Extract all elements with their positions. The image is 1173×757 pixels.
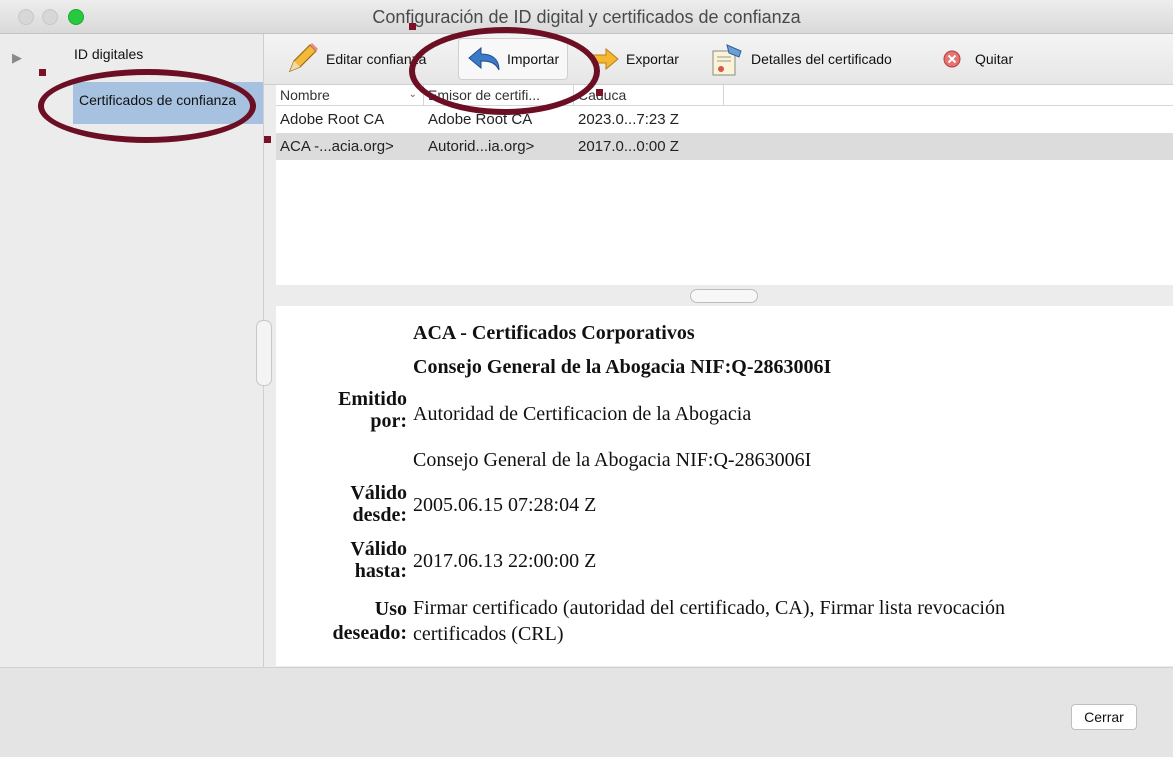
issued-by-value: Autoridad de Certificacion de la Abogaci…	[413, 403, 752, 425]
intended-use-label: Uso deseado:	[296, 597, 407, 645]
valid-to-label-line1: Válido	[350, 538, 407, 560]
intended-use-label-line1: Uso	[374, 598, 407, 620]
pane-splitter[interactable]	[276, 285, 1173, 305]
toolbar: Editar confianza Importar Exportar Detal…	[264, 34, 1173, 85]
intended-use-label-line2: deseado:	[332, 622, 407, 644]
issued-by-label: Emitido por:	[296, 388, 407, 432]
cell-name: Adobe Root CA	[280, 111, 385, 128]
issued-by-value-2: Consejo General de la Abogacia NIF:Q-286…	[413, 449, 812, 471]
certificate-list: Nombre ⌄ Emisor de certifi... Caduca Ado…	[276, 85, 1173, 285]
column-header-name-label: Nombre	[280, 87, 330, 103]
issued-by-label-line2: por:	[370, 410, 407, 432]
export-label: Exportar	[626, 51, 679, 67]
cell-name: ACA -...acia.org>	[280, 138, 394, 155]
table-row-selected[interactable]: ACA -...acia.org> Autorid...ia.org> 2017…	[276, 133, 1173, 160]
certificate-details-panel: ACA - Certificados Corporativos Consejo …	[276, 306, 1173, 666]
valid-to-label: Válido hasta:	[296, 538, 407, 582]
remove-label: Quitar	[975, 51, 1014, 67]
remove-icon	[943, 50, 961, 68]
cell-expires: 2017.0...0:00 Z	[578, 138, 679, 155]
column-header-name[interactable]: Nombre ⌄	[276, 85, 424, 105]
certificate-details-label: Detalles del certificado	[751, 51, 892, 67]
list-header: Nombre ⌄ Emisor de certifi... Caduca	[276, 85, 1173, 106]
pencil-icon	[284, 41, 320, 77]
cell-expires: 2023.0...7:23 Z	[578, 111, 679, 128]
details-title-line2: Consejo General de la Abogacia NIF:Q-286…	[413, 356, 832, 378]
annotation-oval-certificates	[38, 69, 256, 143]
issued-by-label-line1: Emitido	[338, 388, 407, 410]
annotation-oval-import	[409, 27, 600, 115]
annotation-marker	[596, 89, 603, 96]
remove-button[interactable]: Quitar	[943, 34, 1013, 84]
details-title-line1: ACA - Certificados Corporativos	[413, 322, 695, 344]
edit-trust-button[interactable]: Editar confianza	[284, 34, 426, 84]
dialog-footer: Cerrar	[0, 667, 1173, 757]
disclosure-triangle-icon[interactable]: ▶	[12, 50, 22, 66]
table-row[interactable]: Adobe Root CA Adobe Root CA 2023.0...7:2…	[276, 106, 1173, 133]
valid-from-label: Válido desde:	[296, 482, 407, 526]
export-button[interactable]: Exportar	[590, 34, 679, 84]
sidebar-item-digital-ids[interactable]: ID digitales	[74, 46, 143, 62]
valid-to-label-line2: hasta:	[354, 560, 407, 582]
title-bar: Configuración de ID digital y certificad…	[0, 0, 1173, 34]
intended-use-value-line1: Firmar certificado (autoridad del certif…	[413, 597, 1005, 619]
window-title: Configuración de ID digital y certificad…	[372, 7, 801, 27]
annotation-marker	[264, 136, 271, 143]
valid-to-value: 2017.06.13 22:00:00 Z	[413, 550, 597, 572]
annotation-marker	[39, 69, 46, 76]
valid-from-label-line2: desde:	[352, 504, 407, 526]
close-button[interactable]: Cerrar	[1071, 704, 1137, 730]
valid-from-label-line1: Válido	[350, 482, 407, 504]
sidebar-resize-handle[interactable]	[256, 320, 272, 386]
annotation-marker	[409, 23, 416, 30]
cell-issuer: Autorid...ia.org>	[428, 138, 535, 155]
intended-use-value: Firmar certificado (autoridad del certif…	[413, 595, 1153, 647]
certificate-details-button[interactable]: Detalles del certificado	[709, 34, 892, 84]
intended-use-value-line2: certificados (CRL)	[413, 623, 564, 645]
splitter-grip-icon[interactable]	[690, 289, 758, 303]
certificate-icon	[709, 41, 745, 77]
valid-from-value: 2005.06.15 07:28:04 Z	[413, 494, 597, 516]
